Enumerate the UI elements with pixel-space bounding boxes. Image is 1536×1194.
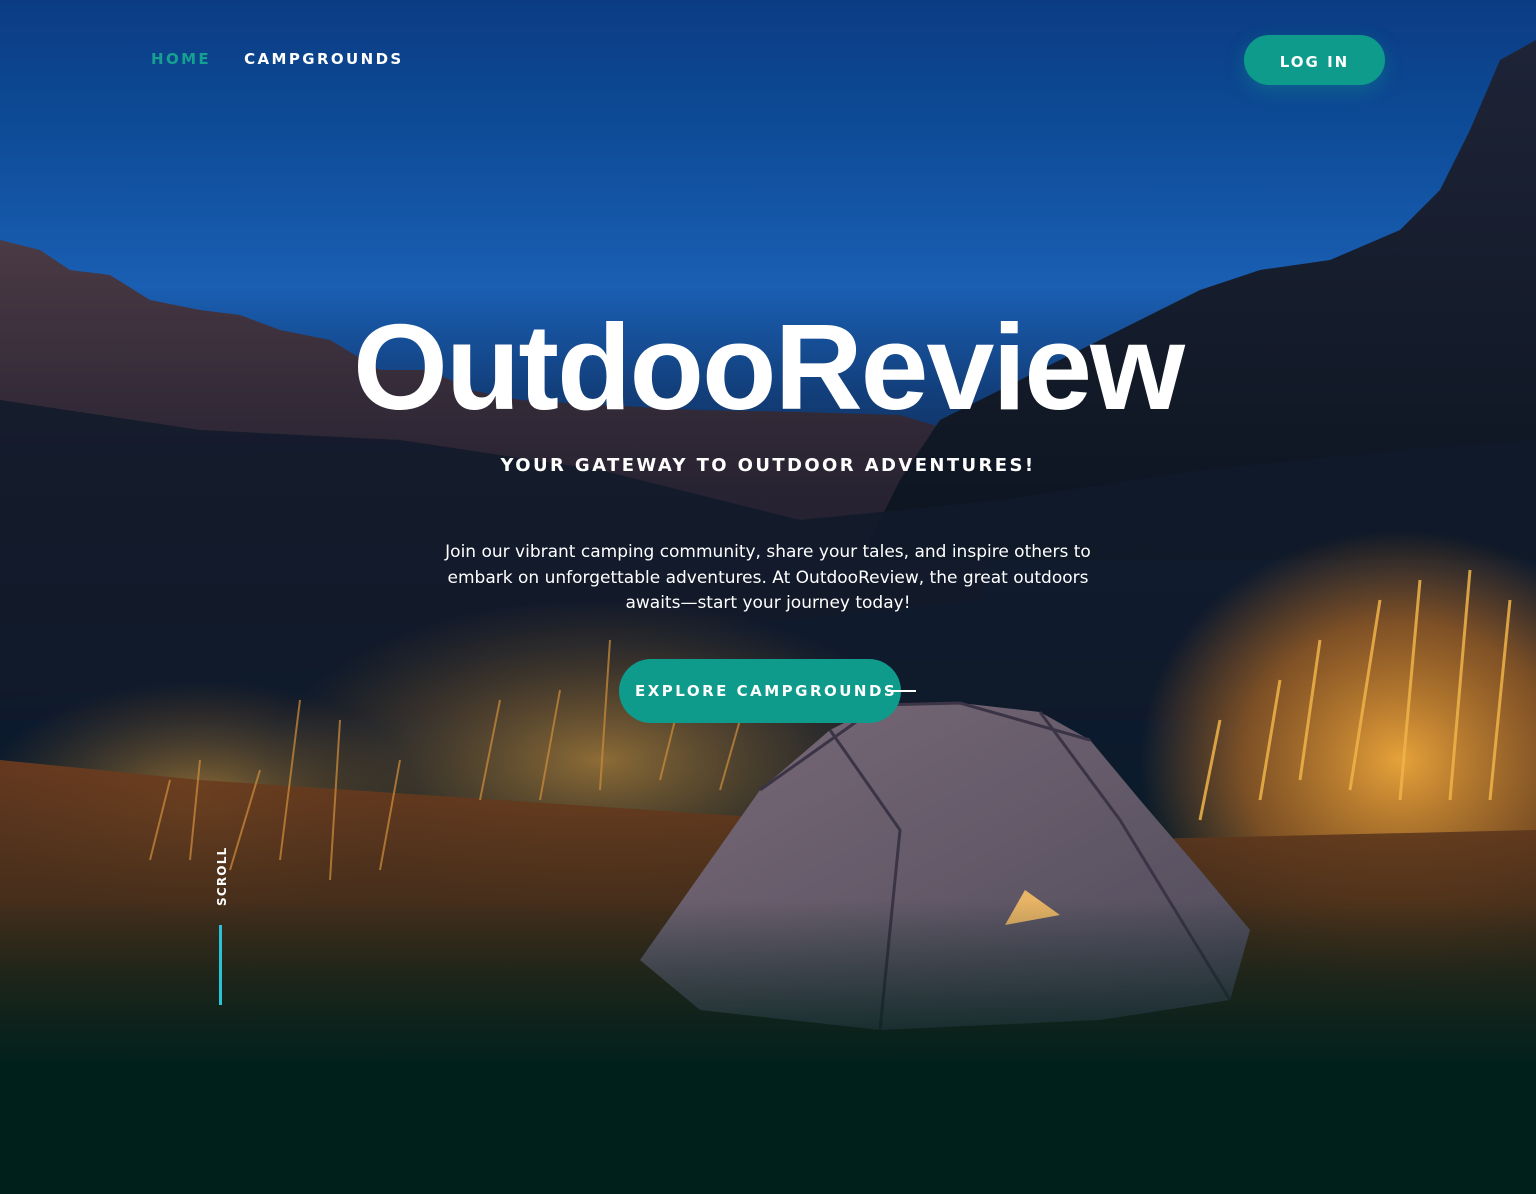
explore-campgrounds-button[interactable]: EXPLORE CAMPGROUNDS <box>619 659 901 723</box>
page-title: OutdooReview <box>352 299 1185 435</box>
nav-link-home[interactable]: HOME <box>151 50 211 68</box>
login-button[interactable]: LOG IN <box>1244 35 1385 85</box>
dash-line-icon <box>887 690 916 692</box>
hero-section: HOME CAMPGROUNDS LOG IN OutdooReview YOU… <box>0 0 1536 1194</box>
scroll-indicator-line <box>219 925 222 1005</box>
hero-tagline: YOUR GATEWAY TO OUTDOOR ADVENTURES! <box>500 455 1036 476</box>
hero-description: Join our vibrant camping community, shar… <box>445 542 1091 613</box>
main-nav: HOME CAMPGROUNDS <box>151 50 404 68</box>
nav-link-campgrounds[interactable]: CAMPGROUNDS <box>244 50 404 68</box>
scroll-indicator-label: SCROLL <box>215 846 229 906</box>
